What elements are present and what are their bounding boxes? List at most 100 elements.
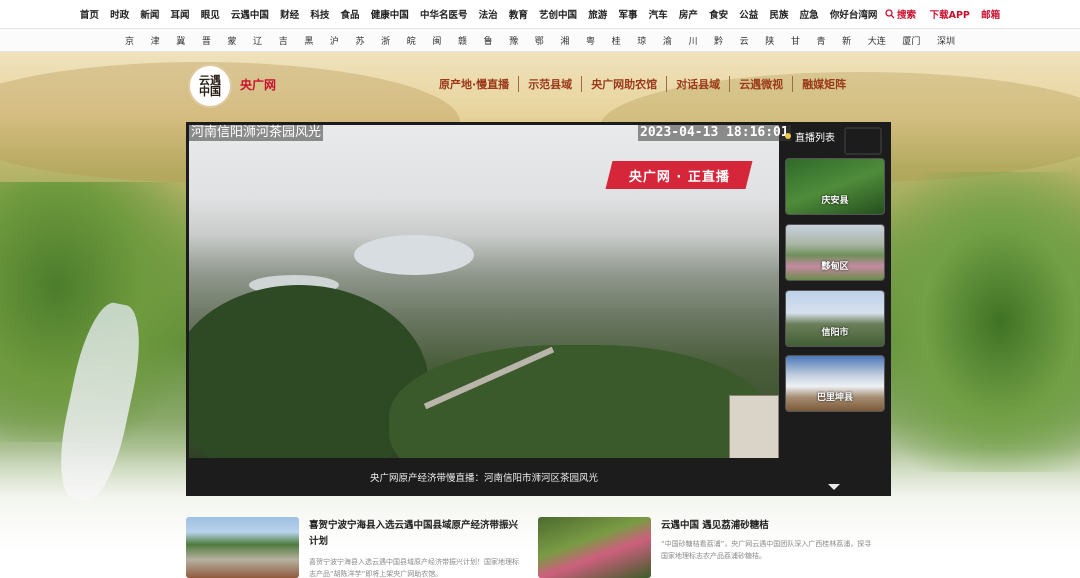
news-title[interactable]: 云遇中国 遇见荔浦砂糖桔 bbox=[661, 518, 876, 534]
top-nav-item[interactable]: 军事 bbox=[613, 7, 643, 21]
video-timestamp: 2023-04-13 18:16:01 bbox=[638, 125, 791, 141]
province-nav-item[interactable]: 沪 bbox=[322, 34, 348, 47]
province-nav-item[interactable]: 津 bbox=[142, 34, 168, 47]
watermark-logo-icon bbox=[9, 549, 46, 567]
top-nav-item[interactable]: 食安 bbox=[703, 7, 733, 21]
province-nav-item[interactable]: 新 bbox=[834, 34, 860, 47]
channel-nav-item[interactable]: 对话县域 bbox=[666, 76, 729, 92]
province-nav-item[interactable]: 渝 bbox=[655, 34, 681, 47]
channel-nav-item[interactable]: 示范县域 bbox=[518, 76, 581, 92]
news-thumbnail[interactable] bbox=[538, 517, 651, 578]
province-nav-item[interactable]: 黔 bbox=[706, 34, 732, 47]
top-nav-item[interactable]: 教育 bbox=[503, 7, 533, 21]
province-nav-item[interactable]: 陕 bbox=[757, 34, 783, 47]
province-nav-item[interactable]: 川 bbox=[680, 34, 706, 47]
live-badge: 央广网 · 正直播 bbox=[605, 161, 753, 189]
top-nav-item[interactable]: 你好台湾网 bbox=[824, 7, 883, 21]
top-nav-item[interactable]: 时政 bbox=[105, 7, 135, 21]
video-frame[interactable]: 央广网 · 正直播 bbox=[189, 125, 779, 458]
field-right bbox=[880, 172, 1080, 472]
province-nav-item[interactable]: 黑 bbox=[296, 34, 322, 47]
channel-nav-item[interactable]: 融媒矩阵 bbox=[792, 76, 855, 92]
building bbox=[729, 395, 779, 458]
playlist-item-qingan[interactable]: 庆安县 bbox=[785, 158, 885, 215]
top-nav-item[interactable]: 财经 bbox=[275, 7, 305, 21]
news-card[interactable]: 云遇中国 遇见荔浦砂糖桔 “中国砂糖桔看荔浦”，央广网云遇中国团队深入广西桂林荔… bbox=[538, 516, 878, 578]
playlist-item-balikun[interactable]: 巴里坤县 bbox=[785, 355, 885, 412]
top-nav-item[interactable]: 旅游 bbox=[583, 7, 613, 21]
live-badge-text: 央广网 · 正直播 bbox=[628, 169, 730, 185]
province-nav-item[interactable]: 粤 bbox=[578, 34, 604, 47]
top-nav-item[interactable]: 民族 bbox=[764, 7, 794, 21]
top-nav-item[interactable]: 法治 bbox=[473, 7, 503, 21]
download-app-link[interactable]: 下载APP bbox=[924, 7, 975, 21]
top-nav-item[interactable]: 眼见 bbox=[195, 7, 225, 21]
province-nav-item[interactable]: 京 bbox=[117, 34, 143, 47]
province-nav-item[interactable]: 厦门 bbox=[894, 34, 929, 47]
playlist-item-label: 黟甸区 bbox=[821, 262, 849, 272]
top-nav: 首页 时政 新闻 耳闻 眼见 云遇中国 财经 科技 食品 健康中国 中华名医号 法治 教育 艺创中国 旅游军… bbox=[0, 0, 1080, 29]
cnr-brand[interactable]: 央广网 bbox=[240, 76, 276, 93]
province-nav-item[interactable]: 深圳 bbox=[929, 34, 964, 47]
top-nav-item[interactable]: 应急 bbox=[794, 7, 824, 21]
top-nav-item[interactable]: 公益 bbox=[734, 7, 764, 21]
playlist-item-label: 巴里坤县 bbox=[816, 393, 853, 403]
channel-nav-item[interactable]: 央广网助农馆 bbox=[581, 76, 666, 92]
province-nav-item[interactable]: 甘 bbox=[783, 34, 809, 47]
watermark: 大数跨境 bbox=[8, 545, 128, 572]
scroll-down-icon[interactable] bbox=[828, 484, 840, 490]
province-nav-item[interactable]: 冀 bbox=[168, 34, 194, 47]
province-nav-item[interactable]: 青 bbox=[808, 34, 834, 47]
province-nav-item[interactable]: 鲁 bbox=[475, 34, 501, 47]
playlist-item-2[interactable]: 黟甸区 bbox=[785, 224, 885, 281]
channel-nav: 原产地·慢直播 示范县域 央广网助农馆 对话县域 云遇微视 融媒矩阵 bbox=[430, 76, 855, 92]
channel-nav-item[interactable]: 云遇微视 bbox=[729, 76, 792, 92]
live-player: 央广网 · 正直播 河南信阳浉河茶园风光 2023-04-13 18:16:01… bbox=[186, 122, 891, 496]
news-thumbnail[interactable] bbox=[186, 517, 299, 578]
top-nav-item[interactable]: 耳闻 bbox=[165, 7, 195, 21]
top-nav-item[interactable]: 首页 bbox=[74, 7, 104, 21]
playlist-item-label: 信阳市 bbox=[821, 328, 849, 338]
province-nav-item[interactable]: 琼 bbox=[629, 34, 655, 47]
province-nav-item[interactable]: 晋 bbox=[194, 34, 220, 47]
mail-link[interactable]: 邮箱 bbox=[975, 7, 1005, 21]
top-nav-item[interactable]: 房产 bbox=[673, 7, 703, 21]
news-desc: “中国砂糖桔看荔浦”，央广网云遇中国团队深入广西桂林荔浦，探寻国家地理标志农产品… bbox=[661, 540, 872, 560]
watermark-text: 大数跨境 bbox=[52, 549, 129, 571]
channel-nav-item[interactable]: 原产地·慢直播 bbox=[430, 76, 518, 92]
yunyu-logo[interactable]: 云遇中国 bbox=[188, 64, 232, 108]
province-nav-item[interactable]: 大连 bbox=[859, 34, 894, 47]
playlist-item-xinyang[interactable]: 信阳市 bbox=[785, 290, 885, 347]
search-label: 搜索 bbox=[896, 10, 916, 21]
province-nav-item[interactable]: 闽 bbox=[424, 34, 450, 47]
search-icon bbox=[885, 9, 895, 19]
dot-icon bbox=[785, 133, 791, 139]
top-nav-item[interactable]: 食品 bbox=[335, 7, 365, 21]
province-nav-item[interactable]: 吉 bbox=[270, 34, 296, 47]
top-nav-item[interactable]: 科技 bbox=[305, 7, 335, 21]
province-nav-item[interactable]: 苏 bbox=[347, 34, 373, 47]
news-desc: 喜贺宁波宁海县入选云遇中国县域原产经济带振兴计划！国家地理标志产品“胡陈洋芋”即… bbox=[309, 558, 519, 578]
province-nav-item[interactable]: 赣 bbox=[450, 34, 476, 47]
logo-text: 云遇中国 bbox=[199, 74, 221, 98]
province-nav-item[interactable]: 桂 bbox=[603, 34, 629, 47]
province-nav-item[interactable]: 皖 bbox=[398, 34, 424, 47]
top-nav-item[interactable]: 新闻 bbox=[135, 7, 165, 21]
top-nav-item[interactable]: 中华名医号 bbox=[414, 7, 473, 21]
top-nav-item[interactable]: 汽车 bbox=[643, 7, 673, 21]
news-card[interactable]: 喜贺宁波宁海县入选云遇中国县域原产经济带振兴计划 喜贺宁波宁海县入选云遇中国县域… bbox=[186, 516, 526, 578]
top-nav-item[interactable]: 艺创中国 bbox=[533, 7, 582, 21]
playlist-item-label: 庆安县 bbox=[821, 196, 849, 206]
top-nav-item[interactable]: 云遇中国 bbox=[225, 7, 274, 21]
tv-icon bbox=[844, 127, 882, 155]
province-nav-item[interactable]: 浙 bbox=[373, 34, 399, 47]
province-nav-item[interactable]: 湘 bbox=[552, 34, 578, 47]
province-nav-item[interactable]: 辽 bbox=[245, 34, 271, 47]
top-nav-item[interactable]: 健康中国 bbox=[365, 7, 414, 21]
province-nav-item[interactable]: 蒙 bbox=[219, 34, 245, 47]
province-nav-item[interactable]: 云 bbox=[731, 34, 757, 47]
search-button[interactable]: 搜索 bbox=[883, 7, 924, 21]
news-title[interactable]: 喜贺宁波宁海县入选云遇中国县域原产经济带振兴计划 bbox=[309, 518, 524, 550]
province-nav-item[interactable]: 豫 bbox=[501, 34, 527, 47]
province-nav-item[interactable]: 鄂 bbox=[527, 34, 553, 47]
